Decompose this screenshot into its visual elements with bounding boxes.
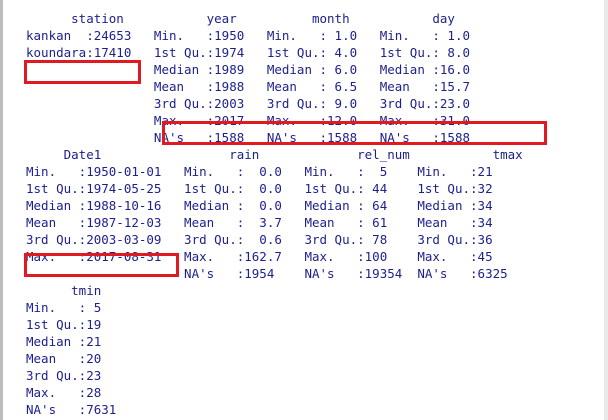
summary-header-line: Date1 rain rel_num tmax xyxy=(26,147,523,162)
summary-row: koundara:17410 1st Qu.:1974 1st Qu.: 4.0… xyxy=(26,45,471,60)
summary-row: 3rd Qu.:2003-03-09 3rd Qu.: 0.6 3rd Qu.:… xyxy=(26,232,493,247)
highlight-box-empty-date1-na xyxy=(24,253,179,277)
summary-row: 1st Qu.:19 xyxy=(26,317,102,332)
summary-header-line: station year month day xyxy=(26,11,455,26)
summary-row: Median :1988-10-16 Median : 0.0 Median :… xyxy=(26,198,493,213)
summary-row: Mean :1987-12-03 Mean : 3.7 Mean : 61 Me… xyxy=(26,215,493,230)
summary-row: kankan :24653 Min. :1950 Min. : 1.0 Min.… xyxy=(26,28,471,43)
summary-row: Mean :20 xyxy=(26,351,102,366)
summary-row: Min. :1950-01-01 Min. : 0.0 Min. : 5 Min… xyxy=(26,164,493,179)
summary-header-line: tmin xyxy=(26,283,102,298)
summary-row: Median :21 xyxy=(26,334,102,349)
summary-na-row: NA's :7631 xyxy=(26,402,117,417)
summary-row: Max. :28 xyxy=(26,385,102,400)
highlight-box-na-row-year-month-day xyxy=(162,121,547,145)
summary-row: 1st Qu.:1974-05-25 1st Qu.: 0.0 1st Qu.:… xyxy=(26,181,493,196)
highlight-box-empty-station-na xyxy=(24,60,141,84)
summary-row: Min. : 5 xyxy=(26,300,102,315)
summary-row: 3rd Qu.:23 xyxy=(26,368,102,383)
summary-row: 3rd Qu.:2003 3rd Qu.: 9.0 3rd Qu.:23.0 xyxy=(26,96,471,111)
